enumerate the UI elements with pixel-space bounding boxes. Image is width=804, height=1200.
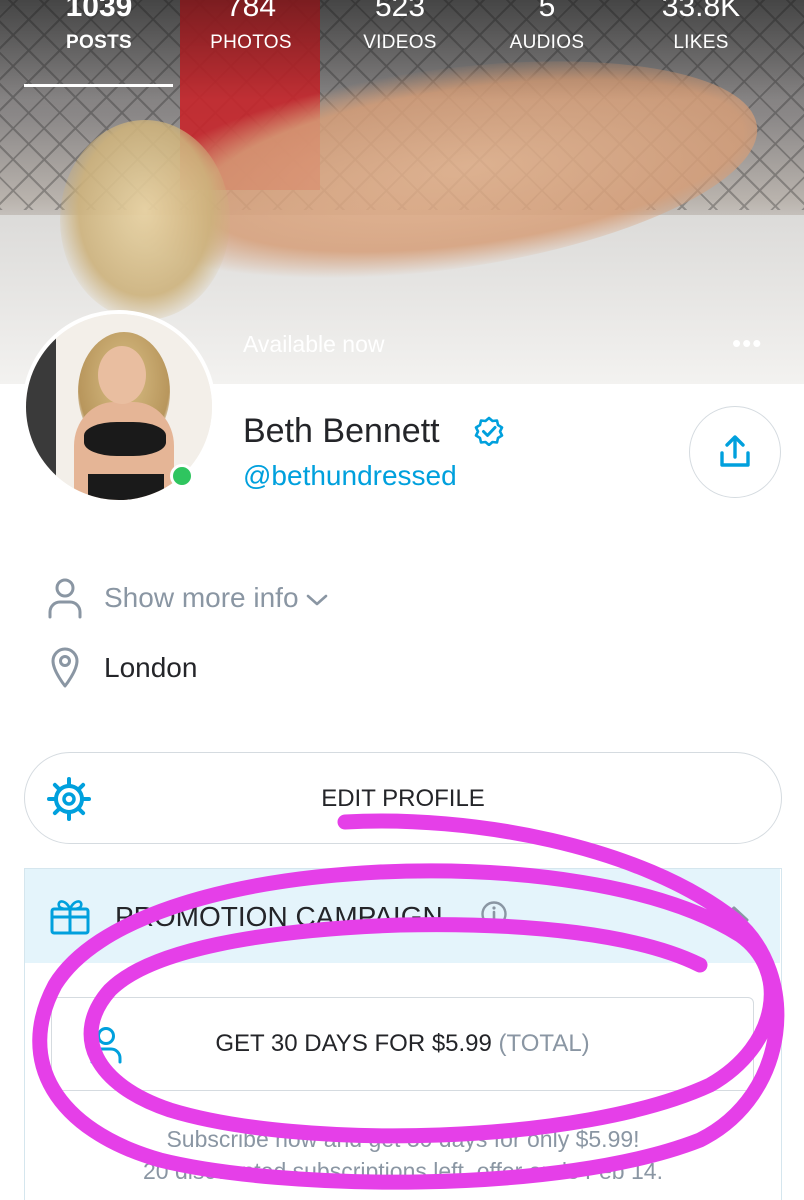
avatar-face — [98, 346, 146, 404]
chevron-up-icon[interactable] — [717, 899, 751, 929]
show-more-info-label: Show more info — [104, 582, 299, 613]
cover-hair — [60, 120, 230, 320]
show-more-info-toggle[interactable]: Show more info — [46, 576, 329, 620]
chevron-down-icon — [306, 594, 327, 606]
share-button[interactable] — [689, 406, 781, 498]
promotion-offer-price: GET 30 DAYS FOR $5.99 — [215, 1030, 492, 1057]
posts-label: POSTS — [66, 32, 132, 53]
tab-photos[interactable]: 784 PHOTOS — [176, 0, 326, 54]
tab-likes[interactable]: 33.8K LIKES — [626, 0, 776, 54]
promotion-description-line1: Subscribe now and get 30 days for only $… — [166, 1126, 640, 1152]
videos-label: VIDEOS — [363, 32, 437, 53]
user-icon — [46, 576, 84, 620]
audios-label: AUDIOS — [509, 32, 585, 53]
more-dots-icon[interactable]: ••• — [732, 330, 762, 356]
location-label: London — [104, 652, 198, 683]
tab-posts[interactable]: 1039 POSTS — [24, 0, 174, 54]
promotion-header[interactable]: PROMOTION CAMPAIGN — [25, 869, 780, 963]
profile-name: Beth Bennett — [243, 412, 440, 450]
availability-status: Available now — [243, 331, 385, 357]
active-tab-indicator — [24, 84, 173, 87]
promotion-offer-label: GET 30 DAYS FOR $5.99 (TOTAL) — [52, 1030, 753, 1058]
location-pin-icon — [46, 646, 84, 690]
tab-videos[interactable]: 523 VIDEOS — [325, 0, 475, 54]
edit-profile-button[interactable]: EDIT PROFILE — [24, 752, 782, 844]
audios-count: 5 — [538, 0, 556, 23]
info-icon[interactable] — [480, 900, 508, 928]
verified-badge-icon — [474, 416, 504, 446]
avatar-lingerie-bottom — [88, 474, 164, 500]
likes-count: 33.8K — [661, 0, 741, 23]
avatar-lingerie-top — [84, 422, 166, 456]
profile-handle[interactable]: @bethundressed — [243, 460, 457, 492]
share-icon — [720, 435, 750, 467]
photos-count: 784 — [225, 0, 277, 23]
promotion-offer-total: (TOTAL) — [498, 1030, 590, 1057]
promotion-description: Subscribe now and get 30 days for only $… — [25, 1123, 781, 1187]
gift-icon — [50, 900, 90, 935]
promotion-description-line2: 20 discounted subscriptions left, offer … — [143, 1158, 663, 1184]
photos-label: PHOTOS — [210, 32, 292, 53]
profile-stats-tabs: 1039 POSTS 784 PHOTOS 523 VIDEOS 5 AUDIO… — [0, 0, 804, 90]
online-status-dot — [170, 464, 194, 488]
posts-count: 1039 — [65, 0, 133, 23]
promotion-campaign-panel: PROMOTION CAMPAIGN GET 30 DAYS FOR $5.99… — [24, 868, 782, 1200]
videos-count: 523 — [374, 0, 426, 23]
promotion-offer-button[interactable]: GET 30 DAYS FOR $5.99 (TOTAL) — [51, 997, 754, 1091]
promotion-title: PROMOTION CAMPAIGN — [115, 901, 443, 932]
edit-profile-label: EDIT PROFILE — [321, 785, 485, 812]
likes-label: LIKES — [673, 32, 729, 53]
location-row: London — [46, 646, 197, 690]
tab-audios[interactable]: 5 AUDIOS — [472, 0, 622, 54]
